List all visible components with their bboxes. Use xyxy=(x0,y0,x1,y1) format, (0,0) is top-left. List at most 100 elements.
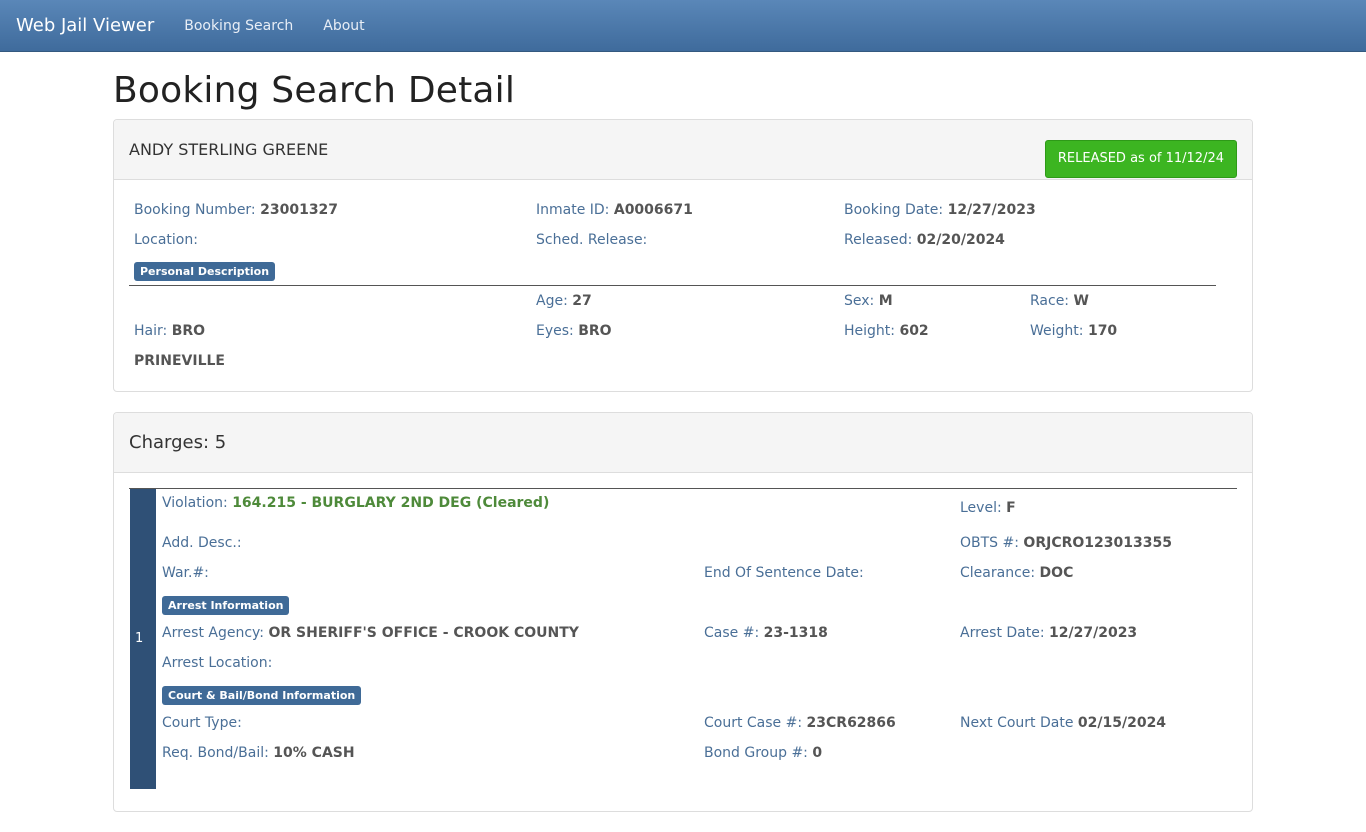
booking-number-field: Booking Number: 23001327 xyxy=(134,202,338,218)
case-field: Case #: 23-1318 xyxy=(704,625,828,641)
booking-number-value: 23001327 xyxy=(260,202,339,218)
charges-panel-heading: Charges: 5 xyxy=(114,413,1252,473)
personal-description-badge: Personal Description xyxy=(134,262,276,281)
age-label: Age: xyxy=(536,293,568,309)
bond-group-field: Bond Group #: 0 xyxy=(704,745,822,761)
sex-value: M xyxy=(878,293,893,309)
weight-value: 170 xyxy=(1087,323,1118,339)
weight-field: Weight: 170 xyxy=(1030,323,1117,339)
add-desc-label: Add. Desc.: xyxy=(162,535,242,551)
arrest-information-badge: Arrest Information xyxy=(162,596,290,615)
violation-value: 164.215 - BURGLARY 2ND DEG (Cleared) xyxy=(232,495,550,511)
race-field: Race: W xyxy=(1030,293,1089,309)
req-bond-label: Req. Bond/Bail: xyxy=(162,745,269,761)
bond-group-value: 0 xyxy=(812,745,823,761)
arrest-date-field: Arrest Date: 12/27/2023 xyxy=(960,625,1137,641)
race-label: Race: xyxy=(1030,293,1070,309)
charges-panel: Charges: 5 1 Violation: 164.215 - BURGLA… xyxy=(113,412,1253,812)
war-field: War.#: xyxy=(162,565,209,581)
arrest-agency-label: Arrest Agency: xyxy=(162,625,265,641)
eyes-field: Eyes: BRO xyxy=(536,323,612,339)
arrest-agency-field: Arrest Agency: OR SHERIFF'S OFFICE - CRO… xyxy=(162,625,579,641)
released-field: Released: 02/20/2024 xyxy=(844,232,1005,248)
charge-number-bar: 1 xyxy=(130,489,156,789)
level-value: F xyxy=(1006,500,1016,516)
arrest-date-label: Arrest Date: xyxy=(960,625,1045,641)
war-label: War.#: xyxy=(162,565,209,581)
hair-field: Hair: BRO xyxy=(134,323,205,339)
released-label: Released: xyxy=(844,232,913,248)
age-value: 27 xyxy=(572,293,592,309)
inmate-id-field: Inmate ID: A0006671 xyxy=(536,202,693,218)
sched-release-field: Sched. Release: xyxy=(536,232,647,248)
req-bond-value: 10% CASH xyxy=(273,745,355,761)
arrest-date-value: 12/27/2023 xyxy=(1049,625,1138,641)
weight-label: Weight: xyxy=(1030,323,1084,339)
height-label: Height: xyxy=(844,323,895,339)
end-sentence-field: End Of Sentence Date: xyxy=(704,565,864,581)
inmate-name: ANDY STERLING GREENE xyxy=(129,140,329,159)
court-type-field: Court Type: xyxy=(162,715,242,731)
height-value: 602 xyxy=(899,323,929,339)
nav-about[interactable]: About xyxy=(323,18,364,34)
court-case-field: Court Case #: 23CR62866 xyxy=(704,715,896,731)
clearance-value: DOC xyxy=(1039,565,1074,581)
obts-label: OBTS #: xyxy=(960,535,1019,551)
clearance-field: Clearance: DOC xyxy=(960,565,1073,581)
level-field: Level: F xyxy=(960,500,1016,516)
level-label: Level: xyxy=(960,500,1002,516)
obts-value: ORJCRO123013355 xyxy=(1023,535,1172,551)
city-value: PRINEVILLE xyxy=(134,353,225,369)
sched-release-label: Sched. Release: xyxy=(536,232,648,248)
inmate-panel-heading: ANDY STERLING GREENE RELEASED as of 11/1… xyxy=(114,120,1252,180)
case-value: 23-1318 xyxy=(763,625,828,641)
next-court-value: 02/15/2024 xyxy=(1077,715,1167,731)
released-value: 02/20/2024 xyxy=(916,232,1005,248)
booking-date-label: Booking Date: xyxy=(844,202,944,218)
inmate-id-value: A0006671 xyxy=(613,202,693,218)
inmate-details: Booking Number: 23001327 Inmate ID: A000… xyxy=(114,180,1252,392)
hair-value: BRO xyxy=(171,323,206,339)
city-field: PRINEVILLE xyxy=(134,353,225,369)
charge-item: 1 Violation: 164.215 - BURGLARY 2ND DEG … xyxy=(114,473,1252,813)
case-label: Case #: xyxy=(704,625,760,641)
bond-group-label: Bond Group #: xyxy=(704,745,808,761)
arrest-location-label: Arrest Location: xyxy=(162,655,273,671)
req-bond-field: Req. Bond/Bail: 10% CASH xyxy=(162,745,355,761)
booking-number-label: Booking Number: xyxy=(134,202,256,218)
booking-date-field: Booking Date: 12/27/2023 xyxy=(844,202,1036,218)
court-type-label: Court Type: xyxy=(162,715,242,731)
main-container: Booking Search Detail ANDY STERLING GREE… xyxy=(113,52,1253,832)
page-title: Booking Search Detail xyxy=(113,70,516,111)
eyes-label: Eyes: xyxy=(536,323,574,339)
charge-number: 1 xyxy=(135,631,144,646)
booking-date-value: 12/27/2023 xyxy=(947,202,1036,218)
arrest-agency-value: OR SHERIFF'S OFFICE - CROOK COUNTY xyxy=(268,625,579,641)
brand-link[interactable]: Web Jail Viewer xyxy=(16,15,154,36)
violation-label: Violation: xyxy=(162,495,228,511)
inmate-panel: ANDY STERLING GREENE RELEASED as of 11/1… xyxy=(113,119,1253,392)
height-field: Height: 602 xyxy=(844,323,929,339)
charges-heading: Charges: 5 xyxy=(129,432,227,453)
court-bail-badge: Court & Bail/Bond Information xyxy=(162,686,362,705)
end-sentence-label: End Of Sentence Date: xyxy=(704,565,864,581)
location-field: Location: xyxy=(134,232,198,248)
eyes-value: BRO xyxy=(578,323,612,339)
location-label: Location: xyxy=(134,232,198,248)
next-court-field: Next Court Date 02/15/2024 xyxy=(960,715,1166,731)
nav-booking-search[interactable]: Booking Search xyxy=(184,18,293,34)
navbar: Web Jail Viewer Booking Search About xyxy=(0,0,1366,52)
sex-label: Sex: xyxy=(844,293,875,309)
obts-field: OBTS #: ORJCRO123013355 xyxy=(960,535,1172,551)
hair-label: Hair: xyxy=(134,323,168,339)
next-court-label: Next Court Date xyxy=(960,715,1074,731)
release-status-button[interactable]: RELEASED as of 11/12/24 xyxy=(1044,140,1237,178)
race-value: W xyxy=(1073,293,1089,309)
age-field: Age: 27 xyxy=(536,293,592,309)
violation-field: Violation: 164.215 - BURGLARY 2ND DEG (C… xyxy=(162,495,549,511)
sex-field: Sex: M xyxy=(844,293,893,309)
divider xyxy=(129,285,1216,286)
arrest-location-field: Arrest Location: xyxy=(162,655,272,671)
court-case-value: 23CR62866 xyxy=(806,715,896,731)
add-desc-field: Add. Desc.: xyxy=(162,535,242,551)
